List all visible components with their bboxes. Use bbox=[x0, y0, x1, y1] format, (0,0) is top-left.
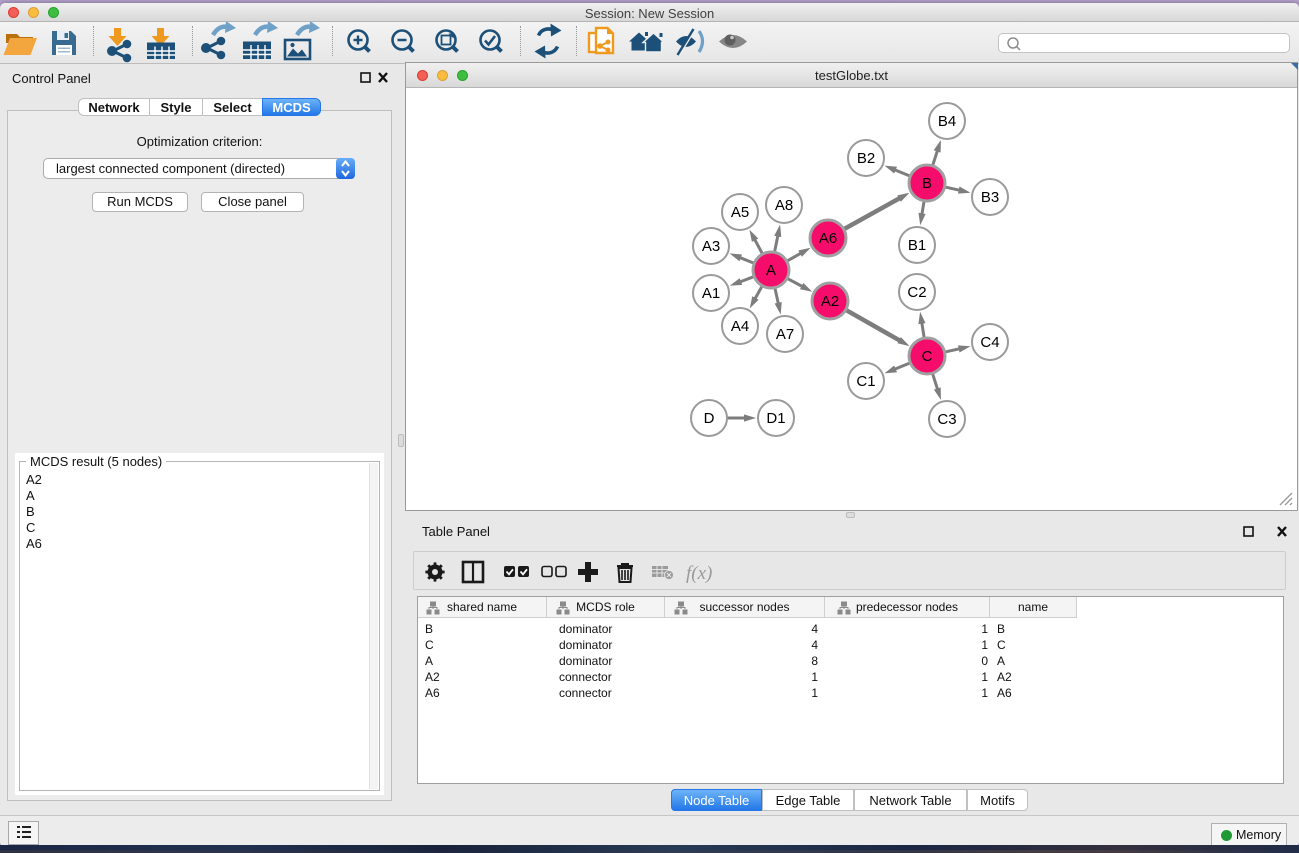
svg-text:C2: C2 bbox=[907, 284, 926, 301]
svg-text:A8: A8 bbox=[775, 197, 793, 214]
svg-text:B2: B2 bbox=[857, 150, 875, 167]
svg-text:C1: C1 bbox=[856, 373, 875, 390]
svg-text:A1: A1 bbox=[702, 285, 720, 302]
svg-text:B: B bbox=[922, 175, 932, 192]
svg-text:A: A bbox=[766, 262, 776, 279]
svg-text:D1: D1 bbox=[766, 410, 785, 427]
svg-text:B1: B1 bbox=[908, 237, 926, 254]
svg-text:C3: C3 bbox=[937, 411, 956, 428]
svg-text:C: C bbox=[922, 348, 933, 365]
svg-text:D: D bbox=[704, 410, 715, 427]
svg-text:A4: A4 bbox=[731, 318, 749, 335]
svg-text:A2: A2 bbox=[821, 293, 839, 310]
svg-text:A7: A7 bbox=[776, 326, 794, 343]
svg-text:B4: B4 bbox=[938, 113, 956, 130]
svg-text:A5: A5 bbox=[731, 204, 749, 221]
svg-text:f(x): f(x) bbox=[686, 563, 712, 584]
svg-text:C4: C4 bbox=[980, 334, 999, 351]
svg-text:B3: B3 bbox=[981, 189, 999, 206]
svg-text:A3: A3 bbox=[702, 238, 720, 255]
svg-text:A6: A6 bbox=[819, 230, 837, 247]
